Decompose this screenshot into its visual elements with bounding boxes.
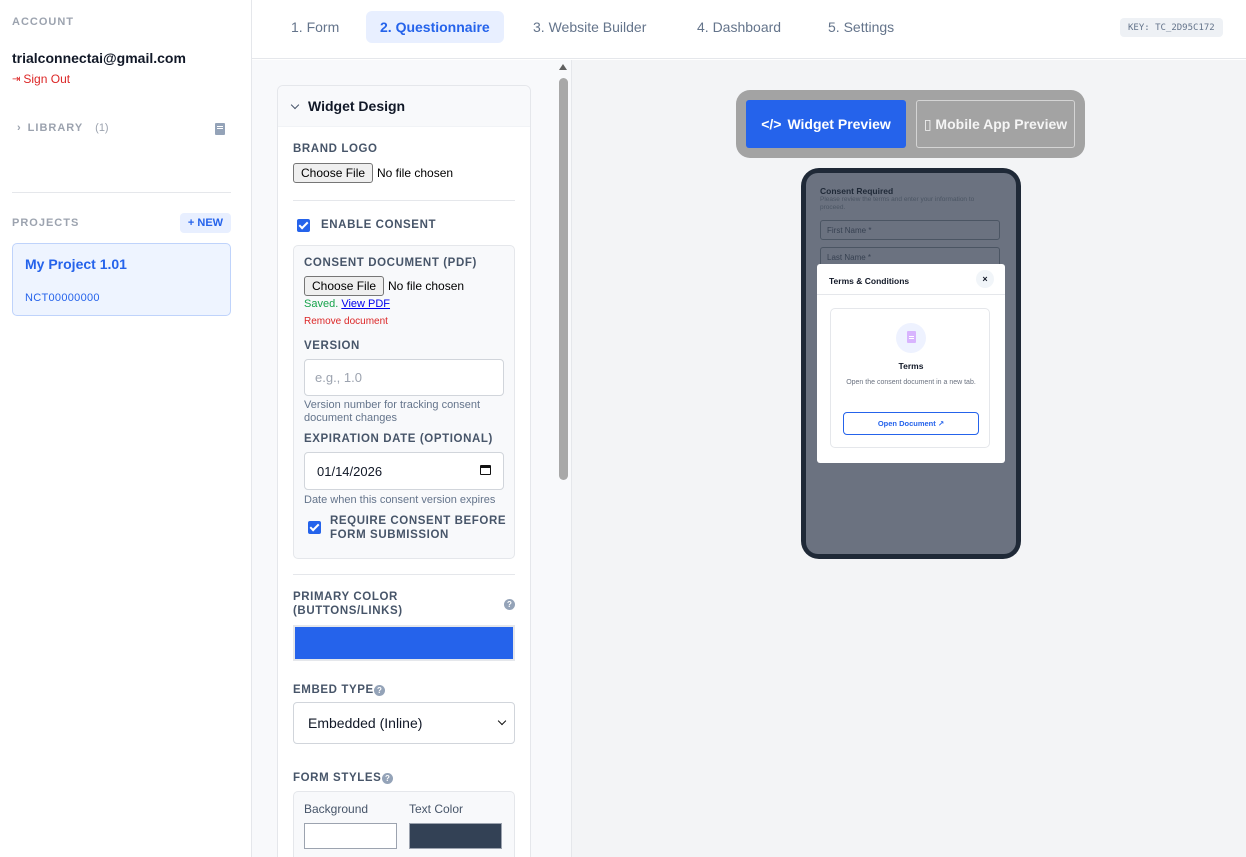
brand-logo-label: BRAND LOGO xyxy=(293,143,378,155)
document-icon xyxy=(896,323,926,353)
tab-form[interactable]: 1. Form xyxy=(277,11,353,43)
chevron-right-icon: › xyxy=(17,122,22,134)
modal-divider xyxy=(817,294,1005,295)
tab-questionnaire[interactable]: 2. Questionnaire xyxy=(366,11,504,43)
widget-preview-button[interactable]: </> Widget Preview xyxy=(746,100,906,148)
consent-doc-choose-file[interactable]: Choose File xyxy=(304,276,385,296)
modal-title: Terms & Conditions xyxy=(829,276,910,286)
close-icon[interactable]: × xyxy=(976,270,994,288)
version-hint: Version number for tracking consent docu… xyxy=(304,399,481,424)
account-label: ACCOUNT xyxy=(12,16,74,28)
sign-out-icon: ⇥ xyxy=(12,73,21,85)
widget-preview-label: Widget Preview xyxy=(787,116,891,132)
consent-saved-status: Saved. View PDF xyxy=(304,298,390,310)
widget-design-header[interactable]: Widget Design xyxy=(278,86,530,127)
new-project-button[interactable]: + NEW xyxy=(180,213,231,233)
section-title: Widget Design xyxy=(308,98,406,114)
library-label: LIBRARY xyxy=(27,122,84,134)
terms-title: Terms xyxy=(898,361,924,371)
library-count: (1) xyxy=(95,122,109,134)
sign-out-label: Sign Out xyxy=(23,72,71,86)
consent-subtitle: Please review the terms and enter your i… xyxy=(820,196,975,211)
text-color-label: Text Color xyxy=(409,802,464,816)
expiration-hint: Date when this consent version expires xyxy=(304,494,496,506)
enable-consent-checkbox[interactable] xyxy=(297,219,310,232)
embed-type-value: Embedded (Inline) xyxy=(308,715,423,731)
saved-text: Saved. xyxy=(304,298,339,310)
tab-settings[interactable]: 5. Settings xyxy=(814,11,908,43)
version-label: VERSION xyxy=(304,340,360,352)
top-nav: 1. Form 2. Questionnaire 3. Website Buil… xyxy=(252,0,1246,59)
terms-modal: Terms & Conditions × Terms Open the cons… xyxy=(817,264,1005,463)
project-id: NCT00000000 xyxy=(25,292,100,304)
embed-type-label: EMBED TYPE xyxy=(293,684,374,696)
background-label: Background xyxy=(304,802,369,816)
consent-settings-box: CONSENT DOCUMENT (PDF) Choose File No fi… xyxy=(293,245,515,559)
background-color-picker[interactable] xyxy=(304,823,397,849)
key-badge: KEY: TC_2D95C172 xyxy=(1120,18,1223,37)
require-consent-checkbox[interactable] xyxy=(308,521,321,534)
terms-description: Open the consent document in a new tab. xyxy=(846,379,976,386)
sidebar-divider xyxy=(12,192,231,193)
mobile-preview-button[interactable]: ▯ Mobile App Preview xyxy=(916,100,1075,148)
project-name: My Project 1.01 xyxy=(25,256,127,272)
calendar-icon[interactable] xyxy=(480,465,491,475)
primary-color-label: PRIMARY COLOR (BUTTONS/LINKS) xyxy=(293,591,403,617)
consent-doc-label: CONSENT DOCUMENT (PDF) xyxy=(304,257,477,269)
divider xyxy=(293,574,515,575)
chevron-down-icon xyxy=(497,716,507,726)
enable-consent-label: ENABLE CONSENT xyxy=(321,219,437,231)
code-icon: </> xyxy=(761,116,782,132)
scroll-up-arrow[interactable] xyxy=(559,64,567,70)
widget-design-card: Widget Design BRAND LOGO Choose File No … xyxy=(277,85,531,857)
tab-website-builder[interactable]: 3. Website Builder xyxy=(519,11,660,43)
document-glyph xyxy=(907,331,916,343)
projects-label: PROJECTS xyxy=(12,217,80,229)
version-input[interactable]: e.g., 1.0 xyxy=(304,359,504,396)
help-icon[interactable]: ? xyxy=(382,773,393,784)
preview-panel: </> Widget Preview ▯ Mobile App Preview … xyxy=(572,60,1246,857)
help-icon[interactable]: ? xyxy=(374,685,385,696)
view-pdf-link[interactable]: View PDF xyxy=(341,298,390,310)
text-color-picker[interactable] xyxy=(409,823,502,849)
terms-card: Terms Open the consent document in a new… xyxy=(830,308,990,448)
phone-frame: Consent Required Please review the terms… xyxy=(801,168,1021,559)
divider xyxy=(293,200,515,201)
expiration-date-value: 01/14/2026 xyxy=(317,463,383,479)
chevron-down-icon xyxy=(290,100,300,109)
phone-screen: Consent Required Please review the terms… xyxy=(806,173,1016,554)
form-panel: Widget Design BRAND LOGO Choose File No … xyxy=(252,60,572,857)
remove-document-link[interactable]: Remove document xyxy=(304,316,388,327)
mobile-preview-label: ▯ Mobile App Preview xyxy=(923,116,1068,132)
expiration-date-input[interactable]: 01/14/2026 xyxy=(304,452,504,490)
library-toggle[interactable]: › LIBRARY (1) xyxy=(17,122,109,134)
form-styles-label: FORM STYLES xyxy=(293,772,382,784)
help-icon[interactable]: ? xyxy=(504,599,515,610)
expiration-label: EXPIRATION DATE (OPTIONAL) xyxy=(304,433,493,445)
primary-color-picker[interactable] xyxy=(293,625,515,661)
brand-logo-choose-file[interactable]: Choose File xyxy=(293,163,374,183)
project-card[interactable]: My Project 1.01 NCT00000000 xyxy=(12,243,231,316)
sidebar: ACCOUNT trialconnectai@gmail.com ⇥ Sign … xyxy=(0,0,252,857)
account-email: trialconnectai@gmail.com xyxy=(12,50,186,66)
consent-doc-file-status: No file chosen xyxy=(388,279,465,293)
open-document-button[interactable]: Open Document ↗ xyxy=(843,412,979,435)
tab-dashboard[interactable]: 4. Dashboard xyxy=(683,11,795,43)
sign-out-link[interactable]: ⇥ Sign Out xyxy=(12,72,70,86)
embed-type-select[interactable]: Embedded (Inline) xyxy=(293,702,515,744)
form-styles-box: Background Text Color xyxy=(293,791,515,857)
brand-logo-file-status: No file chosen xyxy=(377,166,454,180)
book-icon[interactable] xyxy=(215,123,225,135)
preview-toggle: </> Widget Preview ▯ Mobile App Preview xyxy=(736,90,1085,158)
scrollbar-thumb[interactable] xyxy=(559,78,568,480)
consent-title: Consent Required xyxy=(820,186,894,196)
require-consent-label: REQUIRE CONSENT BEFORE FORM SUBMISSION xyxy=(330,515,507,541)
first-name-field[interactable]: First Name * xyxy=(820,220,1000,240)
